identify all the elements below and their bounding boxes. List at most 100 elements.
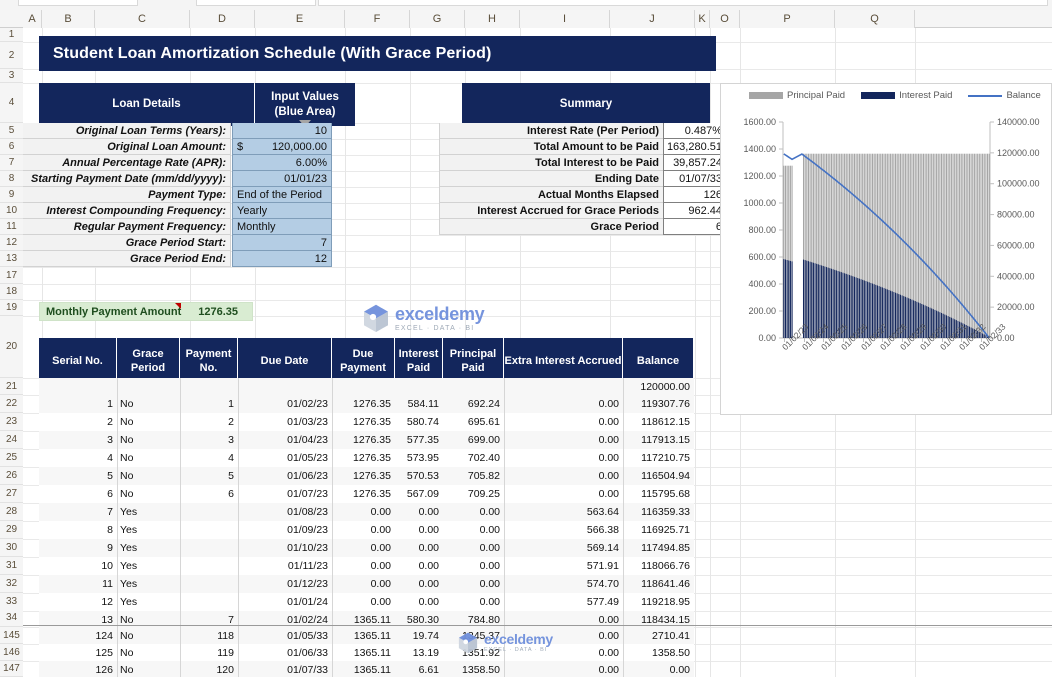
row-header-2[interactable]: 2	[0, 42, 23, 69]
cell-due-date[interactable]: 01/08/23	[238, 503, 332, 521]
cell-principal-paid[interactable]: 0.00	[443, 503, 504, 521]
cell-extra-interest[interactable]: 0.00	[504, 485, 623, 503]
row-header-6[interactable]: 6	[0, 139, 23, 155]
cell-interest-paid[interactable]: 13.19	[395, 644, 443, 661]
cell-serial[interactable]: 11	[39, 575, 117, 593]
cell-due-payment[interactable]: 0.00	[332, 521, 395, 539]
loan-detail-value[interactable]: $120,000.00	[232, 139, 332, 155]
cell-interest-paid[interactable]: 0.00	[395, 557, 443, 575]
row-header-32[interactable]: 32	[0, 575, 23, 593]
cell-extra-interest[interactable]: 574.70	[504, 575, 623, 593]
cell-interest-paid[interactable]: 577.35	[395, 431, 443, 449]
cell-payment-no[interactable]: 5	[180, 467, 238, 485]
cell-serial[interactable]: 10	[39, 557, 117, 575]
row-header-30[interactable]: 30	[0, 539, 23, 557]
cell-serial[interactable]: 126	[39, 661, 117, 677]
cell-balance[interactable]: 116925.71	[623, 521, 694, 539]
cell-serial[interactable]: 125	[39, 644, 117, 661]
row-header-22[interactable]: 22	[0, 395, 23, 413]
cell-principal-paid[interactable]: 695.61	[443, 413, 504, 431]
cell-balance[interactable]: 117494.85	[623, 539, 694, 557]
cell-extra-interest[interactable]: 0.00	[504, 661, 623, 677]
row-header-10[interactable]: 10	[0, 203, 23, 219]
cell-serial[interactable]: 5	[39, 467, 117, 485]
cell-payment-no[interactable]: 6	[180, 485, 238, 503]
cell-payment-no[interactable]	[180, 539, 238, 557]
cell-due-date[interactable]: 01/06/23	[238, 467, 332, 485]
cell-payment-no[interactable]	[180, 575, 238, 593]
cell-interest-paid[interactable]: 0.00	[395, 503, 443, 521]
cell-balance[interactable]: 118066.76	[623, 557, 694, 575]
row-header-9[interactable]: 9	[0, 187, 23, 203]
column-header-q[interactable]: Q	[835, 10, 915, 28]
cell-principal-paid[interactable]: 702.40	[443, 449, 504, 467]
cell-due-date[interactable]: 01/06/33	[238, 644, 332, 661]
cell-payment-no[interactable]: 120	[180, 661, 238, 677]
cell-extra-interest[interactable]: 0.00	[504, 431, 623, 449]
cell-interest-paid[interactable]: 584.11	[395, 395, 443, 413]
cell-balance[interactable]: 1358.50	[623, 644, 694, 661]
cell-due-payment[interactable]: 1365.11	[332, 627, 395, 644]
cell-grace[interactable]: No	[117, 413, 180, 431]
cell-principal-paid[interactable]: 0.00	[443, 575, 504, 593]
row-header-8[interactable]: 8	[0, 171, 23, 187]
cell-extra-interest[interactable]: 571.91	[504, 557, 623, 575]
loan-detail-value[interactable]: 01/01/23	[232, 171, 332, 187]
cell-due-payment[interactable]: 0.00	[332, 557, 395, 575]
cell-balance[interactable]: 119218.95	[623, 593, 694, 611]
cell-payment-no[interactable]	[180, 521, 238, 539]
cell-serial[interactable]: 1	[39, 395, 117, 413]
cell-due-payment[interactable]: 1365.11	[332, 661, 395, 677]
row-header-20[interactable]: 20	[0, 316, 23, 378]
cell-extra-interest[interactable]	[504, 378, 623, 395]
row-header-29[interactable]: 29	[0, 521, 23, 539]
row-header-3[interactable]: 3	[0, 69, 23, 83]
column-header-o[interactable]: O	[710, 10, 740, 28]
cell-due-date[interactable]: 01/02/23	[238, 395, 332, 413]
cell-due-payment[interactable]: 1276.35	[332, 413, 395, 431]
cell-serial[interactable]: 124	[39, 627, 117, 644]
cell-due-payment[interactable]	[332, 378, 395, 395]
cell-serial[interactable]: 2	[39, 413, 117, 431]
cell-balance[interactable]: 116359.33	[623, 503, 694, 521]
cell-grace[interactable]: Yes	[117, 539, 180, 557]
row-header-13[interactable]: 13	[0, 251, 23, 267]
column-header-c[interactable]: C	[95, 10, 190, 28]
cell-principal-paid[interactable]: 692.24	[443, 395, 504, 413]
cell-interest-paid[interactable]	[395, 378, 443, 395]
cell-interest-paid[interactable]: 580.74	[395, 413, 443, 431]
cell-due-payment[interactable]: 1276.35	[332, 485, 395, 503]
cell-grace[interactable]: No	[117, 644, 180, 661]
row-header-24[interactable]: 24	[0, 431, 23, 449]
cell-payment-no[interactable]: 1	[180, 395, 238, 413]
cell-due-date[interactable]: 01/05/23	[238, 449, 332, 467]
column-header-j[interactable]: J	[610, 10, 695, 28]
cell-payment-no[interactable]	[180, 378, 238, 395]
cell-due-date[interactable]: 01/12/23	[238, 575, 332, 593]
cell-grace[interactable]: No	[117, 431, 180, 449]
column-header-a[interactable]: A	[23, 10, 42, 28]
cell-due-payment[interactable]: 1276.35	[332, 431, 395, 449]
cell-balance[interactable]: 2710.41	[623, 627, 694, 644]
cell-interest-paid[interactable]: 0.00	[395, 593, 443, 611]
cell-grace[interactable]: Yes	[117, 521, 180, 539]
column-header-g[interactable]: G	[410, 10, 465, 28]
row-header-11[interactable]: 11	[0, 219, 23, 235]
cell-balance[interactable]: 117913.15	[623, 431, 694, 449]
cell-interest-paid[interactable]: 19.74	[395, 627, 443, 644]
cell-interest-paid[interactable]: 6.61	[395, 661, 443, 677]
cell-grace[interactable]: No	[117, 395, 180, 413]
cell-payment-no[interactable]: 4	[180, 449, 238, 467]
cell-payment-no[interactable]: 118	[180, 627, 238, 644]
loan-detail-value[interactable]: Monthly	[232, 219, 332, 235]
loan-detail-value[interactable]: 10	[232, 123, 332, 139]
row-header-1[interactable]: 1	[0, 28, 23, 42]
cell-balance[interactable]: 118641.46	[623, 575, 694, 593]
cell-extra-interest[interactable]: 0.00	[504, 449, 623, 467]
cell-due-payment[interactable]: 0.00	[332, 503, 395, 521]
cell-serial[interactable]: 3	[39, 431, 117, 449]
row-header-147[interactable]: 147	[0, 661, 23, 677]
cell-grace[interactable]: Yes	[117, 503, 180, 521]
loan-detail-value[interactable]: Yearly	[232, 203, 332, 219]
column-header-k[interactable]: K	[695, 10, 710, 28]
